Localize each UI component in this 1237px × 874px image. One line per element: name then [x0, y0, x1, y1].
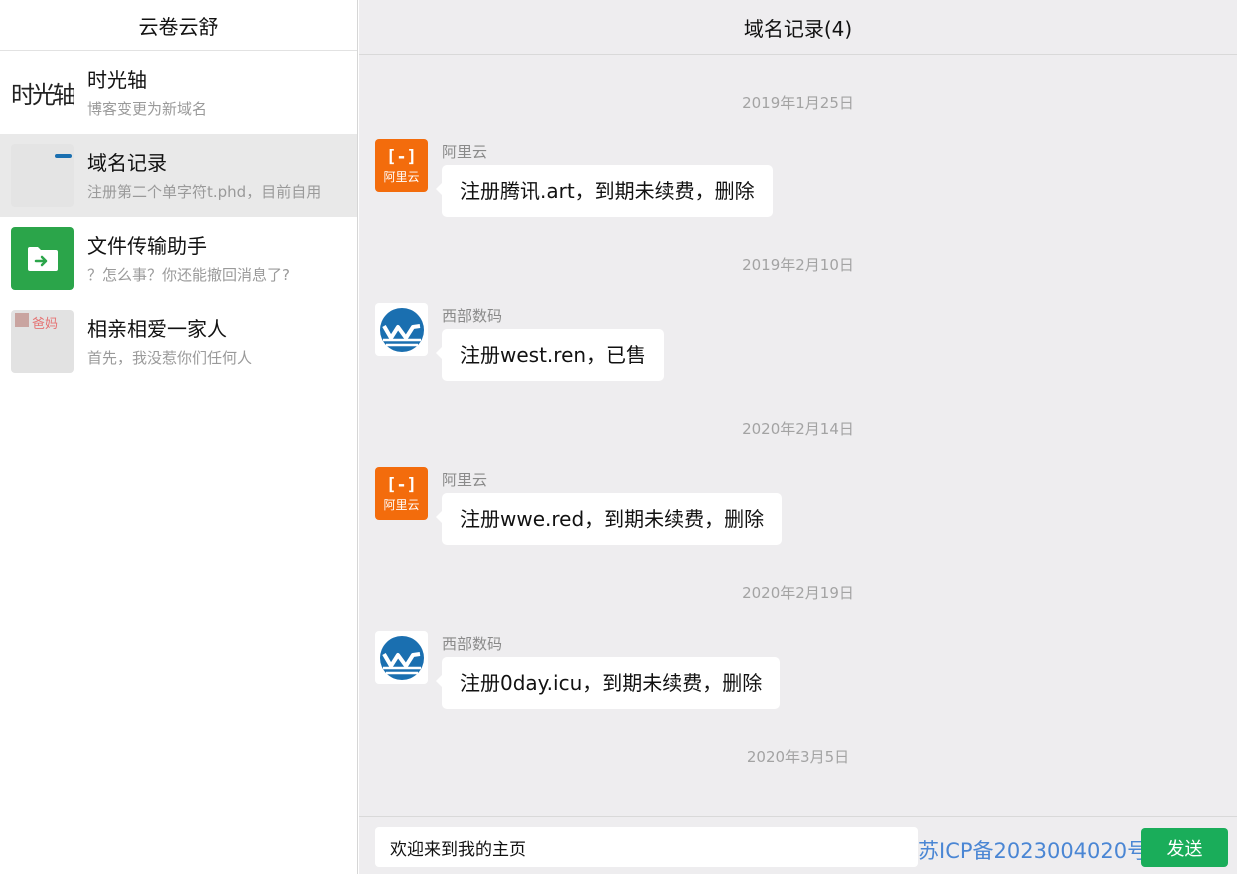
message-input[interactable]	[375, 827, 918, 867]
timeline-avatar: 时光轴	[11, 61, 74, 124]
icp-link[interactable]: 苏ICP备2023004020号	[918, 835, 1148, 865]
folder-transfer-icon	[11, 227, 74, 290]
conversation-title: 域名记录	[87, 150, 167, 175]
chat-title: 域名记录(4)	[359, 0, 1237, 55]
conversation-item-domain-records[interactable]: 域名记录 注册第二个单字符t.phd，目前自用	[0, 134, 357, 217]
message-item: [-] 阿里云 阿里云 注册wwe.red，到期未续费，删除	[359, 467, 1237, 545]
sender-name: 阿里云	[442, 143, 488, 161]
message-list[interactable]: 2019年1月25日 [-] 阿里云 阿里云 注册腾讯.art，到期未续费，删除…	[359, 55, 1237, 816]
message-item: [-] 阿里云 阿里云 注册腾讯.art，到期未续费，删除	[359, 139, 1237, 217]
chat-footer: 苏ICP备2023004020号 发送	[359, 816, 1237, 874]
conversation-preview: 首先，我没惹你们任何人	[87, 348, 253, 367]
sender-name: 西部数码	[442, 307, 503, 325]
conversation-list: 时光轴 时光轴 博客变更为新域名 域名记录 注册第二个单字符t.phd，目前自用	[0, 51, 357, 383]
date-divider: 2019年1月25日	[742, 94, 854, 112]
conversation-preview: ？怎么事？你还能撤回消息了?	[87, 265, 290, 284]
chat-panel: 域名记录(4) 2019年1月25日 [-] 阿里云 阿里云 注册腾讯.art，…	[359, 0, 1237, 874]
family-avatar-text: 爸妈	[32, 317, 59, 332]
group-member-avatar	[15, 313, 29, 327]
date-divider: 2020年3月5日	[746, 748, 850, 766]
conversation-item-family[interactable]: 爸妈 相亲相爱一家人 首先，我没惹你们任何人	[0, 300, 357, 383]
message-bubble[interactable]: 注册0day.icu，到期未续费，删除	[435, 657, 781, 709]
sender-name: 西部数码	[442, 635, 503, 653]
date-divider: 2020年2月19日	[742, 584, 854, 602]
group-member-avatar	[55, 153, 72, 158]
aliyun-logo-icon[interactable]: [-] 阿里云	[375, 139, 428, 192]
conversation-title: 时光轴	[87, 67, 147, 92]
message-item: 西部数码 注册0day.icu，到期未续费，删除	[359, 631, 1237, 709]
conversation-preview: 注册第二个单字符t.phd，目前自用	[87, 182, 322, 201]
sender-name: 阿里云	[442, 471, 488, 489]
group-avatar	[11, 144, 74, 207]
message-bubble[interactable]: 注册wwe.red，到期未续费，删除	[435, 493, 783, 545]
timeline-avatar-text: 时光轴	[11, 81, 74, 109]
conversation-preview: 博客变更为新域名	[87, 99, 208, 118]
sidebar: 云卷云舒 时光轴 时光轴 博客变更为新域名 域名记录 注册第二个单字符t.phd…	[0, 0, 358, 874]
conversation-item-timeline[interactable]: 时光轴 时光轴 博客变更为新域名	[0, 51, 357, 134]
date-divider: 2019年2月10日	[742, 256, 854, 274]
conversation-title: 相亲相爱一家人	[87, 316, 227, 341]
send-button[interactable]: 发送	[1141, 828, 1228, 867]
west-logo-icon[interactable]	[375, 303, 428, 356]
date-divider: 2020年2月14日	[742, 420, 854, 438]
aliyun-logo-icon[interactable]: [-] 阿里云	[375, 467, 428, 520]
family-group-avatar: 爸妈	[11, 310, 74, 373]
message-bubble[interactable]: 注册west.ren，已售	[435, 329, 665, 381]
west-logo-icon[interactable]	[375, 631, 428, 684]
message-bubble[interactable]: 注册腾讯.art，到期未续费，删除	[436, 165, 773, 217]
conversation-item-file-transfer[interactable]: 文件传输助手 ？怎么事？你还能撤回消息了?	[0, 217, 357, 300]
message-item: 西部数码 注册west.ren，已售	[359, 303, 1237, 381]
sidebar-title: 云卷云舒	[0, 0, 357, 51]
conversation-title: 文件传输助手	[87, 233, 207, 258]
